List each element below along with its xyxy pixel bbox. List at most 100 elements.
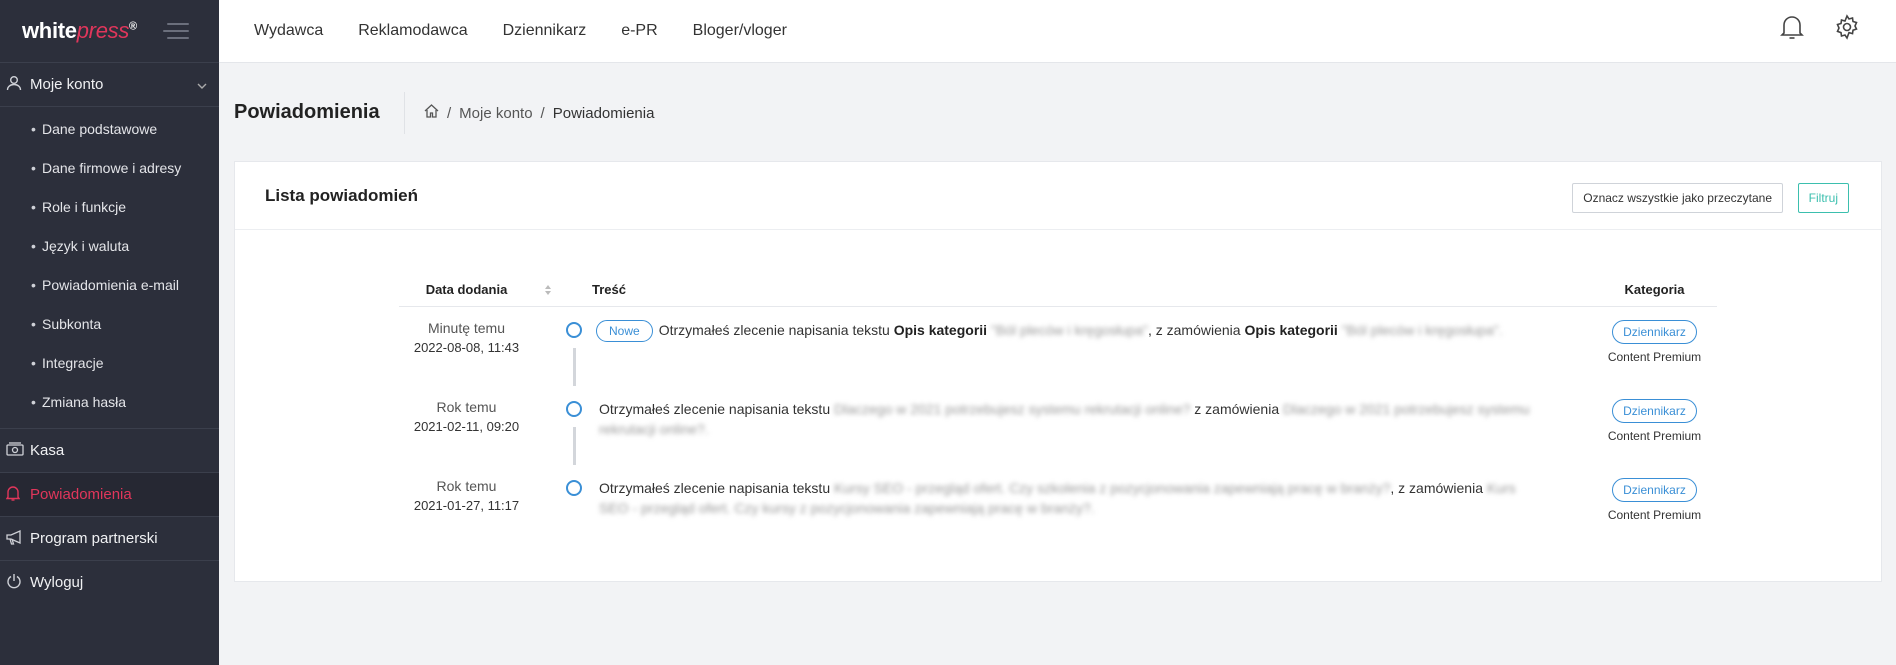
table-header: Data dodania Treść Kategoria [399,272,1717,307]
sidebar-subitem-subaccounts[interactable]: Subkonta [0,304,219,343]
sidebar-item-account[interactable]: Moje konto [0,63,219,107]
sidebar-subitem-label: Dane firmowe i adresy [42,159,182,176]
content-bold: Opis kategorii [1244,322,1338,338]
title-divider [404,92,405,134]
timeline-connector [573,427,576,465]
megaphone-icon [6,529,24,549]
breadcrumb-account-link[interactable]: Moje konto [459,105,532,122]
nav-item-publisher[interactable]: Wydawca [254,22,323,40]
sidebar-subitem-company-data[interactable]: Dane firmowe i adresy [0,148,219,187]
sidebar-subitem-change-password[interactable]: Zmiana hasła [0,382,219,421]
mark-all-read-button[interactable]: Oznacz wszystkie jako przeczytane [1572,183,1783,213]
new-badge: Nowe [596,320,653,342]
row-relative-time: Minutę temu [427,320,506,336]
page-title: Powiadomienia [234,101,380,123]
sidebar-subitem-label: Dane podstawowe [42,120,158,137]
sidebar-subitem-basic-data[interactable]: Dane podstawowe [0,109,219,148]
sidebar-item-logout-label: Wyloguj [30,574,84,591]
sidebar-subitem-label: Integracje [42,354,104,371]
content-text: Otrzymałeś zlecenie napisania tekstu [599,401,834,417]
row-content: Nowe Otrzymałeś zlecenie napisania tekstu… [596,320,1546,342]
sidebar-subitem-roles[interactable]: Role i funkcje [0,187,219,226]
menu-toggle-icon[interactable] [162,23,189,39]
content-bold: Opis kategorii [893,322,988,338]
row-absolute-date: 2021-01-27, 11:17 [413,498,520,513]
brand-logo[interactable]: whitepress® [22,18,137,44]
table-row: Rok temu 2021-02-11, 09:20 Otrzymałeś zl… [399,386,1717,465]
sidebar-subitem-language[interactable]: Język i waluta [0,226,219,265]
timeline-connector [573,348,576,386]
content-blurred: "Ból pleców i kręgosłupa" [987,322,1148,338]
row-date: Rok temu 2021-01-27, 11:17 [399,478,534,513]
content-blurred: "Ból pleców i kręgosłupa". [1337,322,1503,338]
sidebar-item-notifications-label: Powiadomienia [30,486,132,503]
sidebar-item-kasa-label: Kasa [30,442,65,459]
breadcrumb-separator: / [447,104,452,122]
row-absolute-date: 2021-02-11, 09:20 [413,419,520,434]
unread-indicator-icon[interactable] [566,480,582,496]
bell-icon[interactable] [1780,14,1804,45]
row-date: Minutę temu 2022-08-08, 11:43 [399,320,534,355]
sidebar: whitepress® Moje konto Dane podstawowe D… [0,0,219,665]
breadcrumb-separator: / [540,104,545,122]
category-badge[interactable]: Dziennikarz [1612,320,1697,344]
sidebar-item-partner-label: Program partnerski [30,530,158,547]
nav-item-journalist[interactable]: Dziennikarz [503,22,587,40]
row-relative-time: Rok temu [436,478,497,494]
nav-item-epr[interactable]: e-PR [621,22,657,40]
row-absolute-date: 2022-08-08, 11:43 [413,340,520,355]
table-row: Minutę temu 2022-08-08, 11:43 Nowe Otrzym… [399,307,1717,386]
row-date: Rok temu 2021-02-11, 09:20 [399,399,534,434]
top-icons [1780,14,1860,45]
sidebar-subitem-integrations[interactable]: Integracje [0,343,219,382]
sidebar-item-partner-program[interactable]: Program partnerski [0,516,219,560]
breadcrumb-current: Powiadomienia [552,104,655,122]
logo-registered-mark: ® [129,20,137,33]
sidebar-item-logout[interactable]: Wyloguj [0,560,219,604]
nav-item-advertiser[interactable]: Reklamodawca [358,22,467,40]
category-subtitle: Content Premium [1607,429,1702,443]
chevron-down-icon [197,78,207,92]
sidebar-subitem-email-notifications[interactable]: Powiadomienia e-mail [0,265,219,304]
row-content: Otrzymałeś zlecenie napisania tekstu Kur… [599,478,1549,518]
table-row: Rok temu 2021-01-27, 11:17 Otrzymałeś zl… [399,465,1717,544]
logo-bar: whitepress® [0,0,219,63]
content-text: , z zamówienia [1147,322,1245,338]
sidebar-item-kasa[interactable]: Kasa [0,428,219,472]
content-text: Otrzymałeś zlecenie napisania tekstu [599,480,834,496]
top-navigation: Wydawca Reklamodawca Dziennikarz e-PR Bl… [219,0,1896,63]
breadcrumb: / Moje konto / Powiadomienia [424,104,654,122]
logo-text-main: white [22,18,77,43]
category-subtitle: Content Premium [1607,350,1702,364]
row-category: Dziennikarz Content Premium [1592,320,1717,364]
card-title: Lista powiadomień [265,185,419,205]
filter-button[interactable]: Filtruj [1797,183,1849,213]
row-relative-time: Rok temu [436,399,497,415]
category-badge[interactable]: Dziennikarz [1612,478,1697,502]
content-blurred: Kursy SEO - przegląd ofert. Czy szkoleni… [834,480,1391,496]
column-header-category: Kategoria [1624,282,1685,297]
cash-icon [6,441,24,460]
account-submenu: Dane podstawowe Dane firmowe i adresy Ro… [0,107,219,428]
sidebar-subitem-label: Język i waluta [42,237,130,254]
sidebar-item-account-label: Moje konto [30,76,104,93]
unread-indicator-icon[interactable] [566,322,582,338]
content-text: Otrzymałeś zlecenie napisania tekstu [658,322,894,338]
gear-icon[interactable] [1834,14,1860,45]
nav-item-blogger[interactable]: Bloger/vloger [693,22,787,40]
sort-icon[interactable] [544,284,552,296]
column-header-content: Treść [592,282,626,297]
sidebar-subitem-label: Role i funkcje [42,198,127,215]
unread-indicator-icon[interactable] [566,401,582,417]
sidebar-subitem-label: Zmiana hasła [42,393,127,410]
row-content: Otrzymałeś zlecenie napisania tekstu Dla… [599,399,1549,439]
bell-icon [5,485,21,505]
column-header-date[interactable]: Data dodania [399,282,534,297]
home-icon[interactable] [424,104,439,122]
content-blurred: Dlaczego w 2021 potrzebujesz systemu rek… [834,401,1191,417]
content-text: , z zamówienia [1390,480,1487,496]
notifications-table: Data dodania Treść Kategoria Minutę temu… [399,272,1717,544]
sidebar-item-notifications[interactable]: Powiadomienia [0,472,219,516]
category-badge[interactable]: Dziennikarz [1612,399,1697,423]
logo-text-accent: press [76,18,130,43]
